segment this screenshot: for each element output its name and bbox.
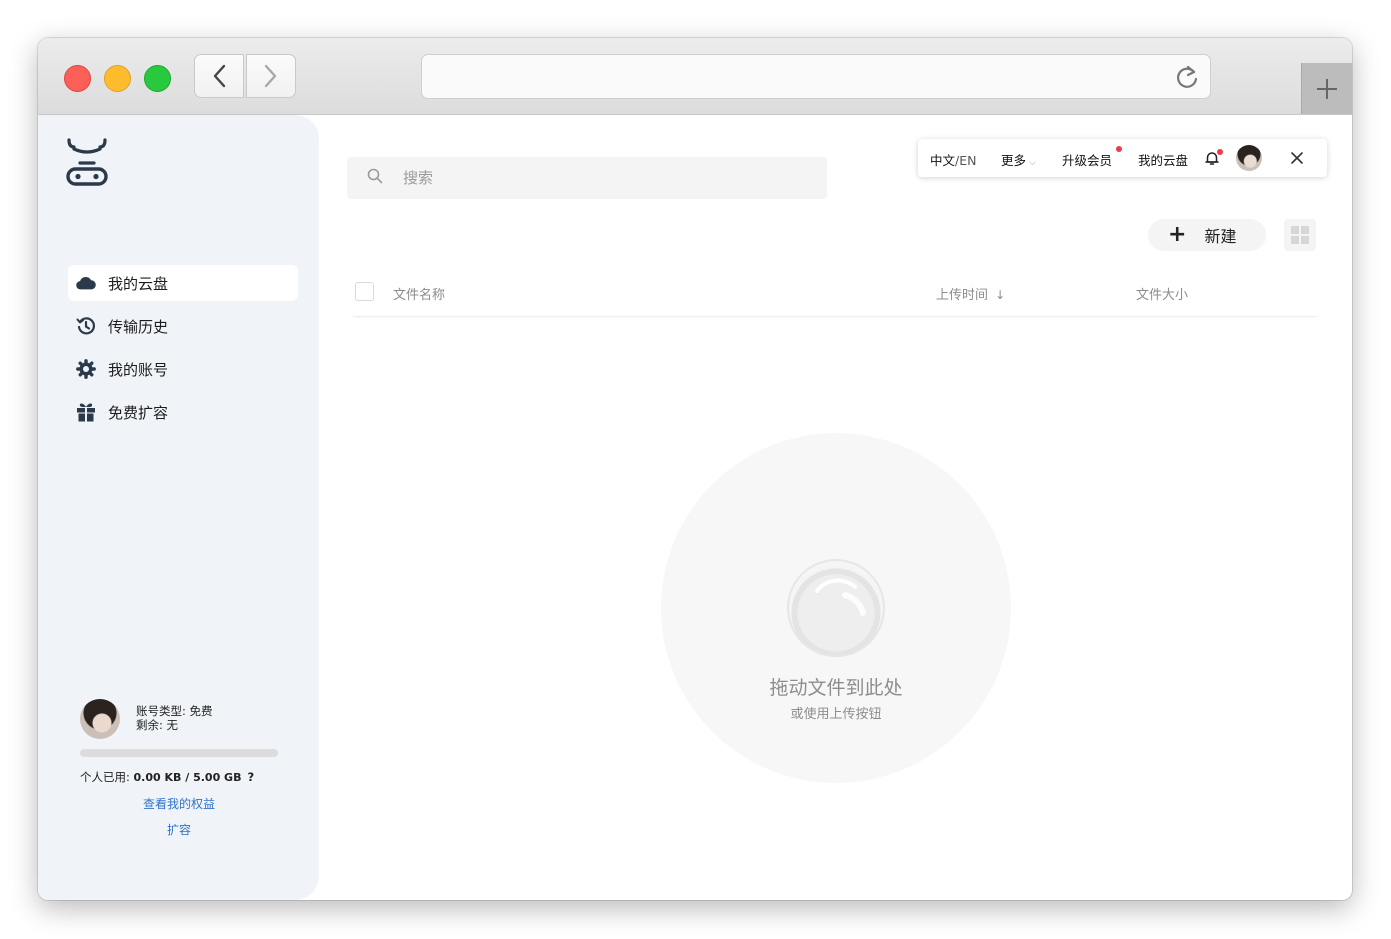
column-file-size[interactable]: 文件大小 <box>1136 284 1188 303</box>
close-window-button[interactable] <box>64 65 91 92</box>
expand-link[interactable]: 扩容 <box>80 821 278 838</box>
select-all-checkbox[interactable] <box>355 282 374 301</box>
my-cloud-link[interactable]: 我的云盘 <box>1138 150 1188 169</box>
column-upload-time[interactable]: 上传时间 ↓ <box>936 284 1005 303</box>
search-bar <box>347 157 827 199</box>
more-menu[interactable]: 更多 ⌵ <box>1001 150 1036 169</box>
sidebar-nav: 我的云盘 传输历史 我的账号 免费扩容 <box>68 265 298 437</box>
lang-zh: 中文 <box>930 153 956 168</box>
bell-notification-dot <box>1217 149 1223 155</box>
sidebar-item-my-account[interactable]: 我的账号 <box>68 351 298 387</box>
sidebar-item-my-cloud[interactable]: 我的云盘 <box>68 265 298 301</box>
search-input[interactable] <box>401 168 785 188</box>
gift-icon <box>76 402 96 422</box>
upgrade-notification-dot <box>1116 146 1122 152</box>
avatar[interactable] <box>80 699 120 739</box>
close-icon[interactable] <box>1290 151 1304 168</box>
upload-drop-zone[interactable]: 拖动文件到此处 或使用上传按钮 <box>661 433 1011 783</box>
top-menu: 中文/EN 更多 ⌵ 升级会员 我的云盘 <box>918 139 1327 177</box>
plus-icon: + <box>1168 222 1187 247</box>
maximize-window-button[interactable] <box>144 65 171 92</box>
sidebar: 我的云盘 传输历史 我的账号 免费扩容 账号类型: 免费 剩余: 无 个人已用:… <box>38 115 319 900</box>
sidebar-item-transfer-history[interactable]: 传输历史 <box>68 308 298 344</box>
account-remaining: 剩余: 无 <box>136 718 179 732</box>
account-type: 账号类型: 免费 <box>136 704 213 718</box>
gear-icon <box>76 359 96 379</box>
reload-icon[interactable] <box>1174 63 1200 95</box>
app-logo <box>64 137 110 193</box>
storage-progress-bar <box>80 749 278 757</box>
address-bar[interactable] <box>421 54 1211 99</box>
sidebar-item-free-expand[interactable]: 免费扩容 <box>68 394 298 430</box>
grid-view-toggle[interactable] <box>1284 219 1316 251</box>
help-icon[interactable]: ? <box>247 770 254 784</box>
cloud-icon <box>76 273 96 293</box>
language-switch[interactable]: 中文/EN <box>930 150 976 169</box>
chevron-down-icon: ⌵ <box>1029 158 1036 168</box>
lang-en: /EN <box>955 153 977 168</box>
browser-titlebar <box>38 38 1352 115</box>
view-benefits-link[interactable]: 查看我的权益 <box>80 795 278 812</box>
user-avatar[interactable] <box>1236 145 1262 171</box>
new-button-label: 新建 <box>1204 227 1237 246</box>
column-file-name[interactable]: 文件名称 <box>393 284 445 303</box>
minimize-window-button[interactable] <box>104 65 131 92</box>
drop-zone-subtitle: 或使用上传按钮 <box>790 707 882 722</box>
sidebar-item-label: 我的账号 <box>108 360 169 379</box>
drop-zone-icon <box>787 559 885 657</box>
plus-icon <box>1317 78 1337 99</box>
account-info: 账号类型: 免费 剩余: 无 <box>136 704 213 732</box>
chevron-left-icon <box>213 64 226 88</box>
history-icon <box>76 316 96 336</box>
drop-zone-title: 拖动文件到此处 <box>769 677 903 699</box>
browser-window: 我的云盘 传输历史 我的账号 免费扩容 账号类型: 免费 剩余: 无 个人已用:… <box>38 38 1352 900</box>
search-icon <box>367 168 383 188</box>
storage-usage: 个人已用: 0.00 KB / 5.00 GB? <box>80 769 254 785</box>
new-button[interactable]: + 新建 <box>1148 219 1266 251</box>
new-tab-button[interactable] <box>1301 63 1352 114</box>
file-table-header: 文件名称 上传时间 ↓ 文件大小 <box>353 274 1317 317</box>
sidebar-item-label: 免费扩容 <box>108 403 169 422</box>
grid-icon <box>1291 226 1309 244</box>
upgrade-member-link[interactable]: 升级会员 <box>1062 150 1112 169</box>
forward-button[interactable] <box>246 54 296 98</box>
sort-arrow-icon: ↓ <box>995 288 1006 302</box>
sidebar-item-label: 我的云盘 <box>108 274 169 293</box>
back-button[interactable] <box>194 54 244 98</box>
usage-label: 个人已用: <box>80 770 134 784</box>
usage-value: 0.00 KB / 5.00 GB <box>133 771 242 784</box>
more-label: 更多 <box>1001 153 1027 168</box>
chevron-right-icon <box>264 64 277 88</box>
column-upload-time-label: 上传时间 <box>936 288 989 303</box>
sidebar-item-label: 传输历史 <box>108 317 169 336</box>
